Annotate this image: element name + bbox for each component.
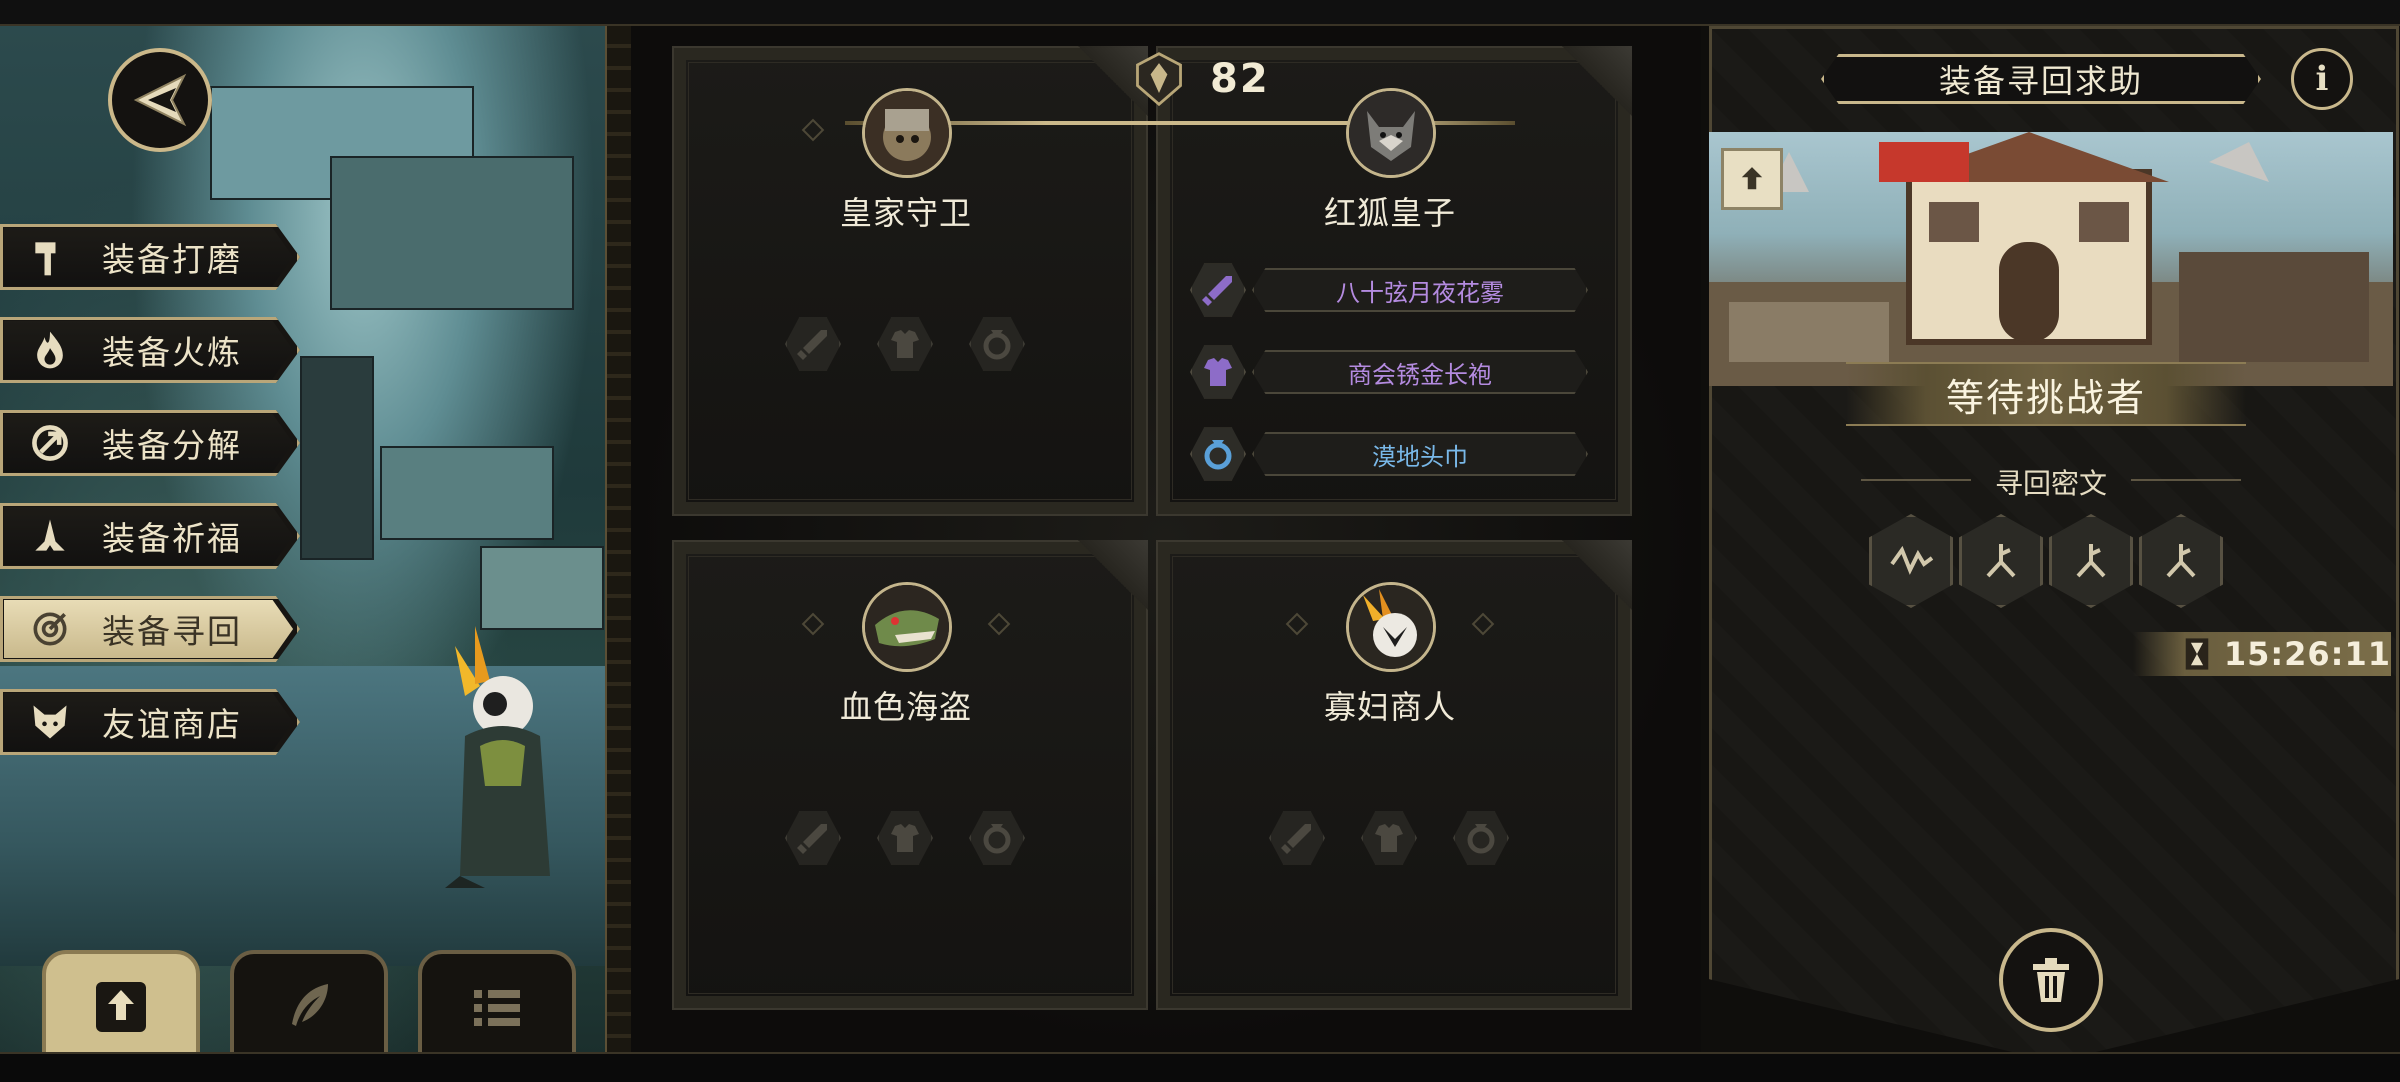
sword-icon	[797, 330, 827, 360]
character-name: 红狐皇子	[1323, 194, 1456, 232]
menu-label: 装备火炼	[102, 333, 242, 372]
discard-button[interactable]	[1999, 928, 2103, 1032]
cipher-slots	[1869, 514, 2229, 608]
ring-icon	[983, 330, 1011, 360]
timer-value: 15:26:11	[2223, 635, 2391, 673]
equipment-name: 商会锈金长袍	[1348, 360, 1492, 389]
disassemble-icon	[26, 419, 74, 467]
ring-icon	[1204, 440, 1232, 470]
sword-icon	[1281, 824, 1311, 854]
bottom-frame	[0, 1052, 2400, 1082]
character-name: 皇家守卫	[839, 194, 972, 232]
cipher-title: 寻回密文	[1861, 462, 2241, 502]
menu-item-polish[interactable]: 装备打磨	[0, 224, 300, 290]
flame-icon	[26, 326, 74, 374]
menu-label: 装备寻回	[102, 612, 242, 651]
info-button[interactable]: i	[2291, 48, 2353, 110]
crest-icon	[1128, 48, 1190, 110]
list-icon	[474, 989, 520, 1026]
retrieve-help-panel: 装备寻回求助 i 等待挑战者 寻回密文 15:26:11	[1701, 26, 2400, 1062]
cipher-slot[interactable]	[1959, 514, 2043, 608]
armor-icon	[1204, 358, 1232, 386]
quill-button[interactable]	[230, 950, 388, 1063]
branch-rune-icon	[2166, 544, 2196, 578]
shop-scene-image	[1709, 132, 2393, 386]
scene-board	[380, 446, 554, 540]
armor-slot[interactable]	[877, 316, 933, 372]
hammer-icon	[26, 233, 74, 281]
side-menu: 装备打磨 装备火炼 装备分解 装备祈福 装备寻回 友谊商店	[0, 224, 300, 782]
scene-board	[480, 546, 604, 630]
menu-label: 装备打磨	[102, 240, 242, 279]
pray-icon	[26, 512, 74, 560]
panel-title-banner: 装备寻回求助	[1821, 54, 2261, 104]
menu-item-bless[interactable]: 装备祈福	[0, 503, 300, 569]
accessory-slot[interactable]	[969, 316, 1025, 372]
branch-rune-icon	[2076, 544, 2106, 578]
royal-guard-avatar	[862, 88, 952, 178]
armor-icon	[1375, 824, 1403, 852]
equipment-name: 漠地头巾	[1372, 442, 1468, 471]
armor-icon	[891, 824, 919, 852]
info-icon: i	[2315, 59, 2329, 99]
menu-label: 装备分解	[102, 426, 242, 465]
branch-rune-icon	[1986, 544, 2016, 578]
status-banner: 等待挑战者	[1846, 362, 2246, 426]
weapon-slot[interactable]	[1269, 810, 1325, 866]
scene-board	[330, 156, 574, 310]
scene-board	[300, 356, 374, 560]
armor-slot[interactable]	[877, 810, 933, 866]
widow-merchant-character	[445, 626, 550, 888]
widow-merchant-avatar	[1346, 582, 1436, 672]
red-fox-prince-avatar	[1346, 88, 1436, 178]
list-button[interactable]	[418, 950, 576, 1063]
sword-icon	[797, 824, 827, 854]
cipher-slot[interactable]	[1869, 514, 1953, 608]
countdown-timer: 15:26:11	[2133, 632, 2391, 676]
armor-icon	[891, 330, 919, 358]
ring-icon	[1467, 824, 1495, 854]
menu-item-retrieve[interactable]: 装备寻回	[0, 596, 300, 662]
target-icon	[26, 605, 74, 653]
panel-title: 装备寻回求助	[1938, 62, 2143, 100]
weapon-slot[interactable]	[785, 316, 841, 372]
menu-label: 友谊商店	[102, 705, 242, 744]
back-arrow-icon	[133, 73, 187, 127]
cipher-slot[interactable]	[2139, 514, 2223, 608]
zigzag-rune-icon	[1890, 545, 1934, 575]
trash-icon	[2033, 958, 2069, 1002]
top-frame	[0, 0, 2400, 26]
equipment-row[interactable]: 八十弦月夜花雾	[1190, 262, 1588, 318]
weapon-slot[interactable]	[785, 810, 841, 866]
fox-icon	[26, 698, 74, 746]
upload-icon	[96, 981, 146, 1032]
equipment-row[interactable]: 漠地头巾	[1190, 426, 1588, 482]
accessory-slot[interactable]	[969, 810, 1025, 866]
equipment-name: 八十弦月夜花雾	[1336, 278, 1504, 307]
menu-item-friend-shop[interactable]: 友谊商店	[0, 689, 300, 755]
status-text: 等待挑战者	[1945, 375, 2146, 420]
feather-icon	[292, 983, 328, 1026]
ring-icon	[983, 824, 1011, 854]
armor-slot[interactable]	[1361, 810, 1417, 866]
menu-label: 装备祈福	[102, 519, 242, 558]
menu-item-disassemble[interactable]: 装备分解	[0, 410, 300, 476]
share-button[interactable]	[42, 950, 200, 1063]
equipment-row[interactable]: 商会锈金长袍	[1190, 344, 1588, 400]
accessory-slot[interactable]	[1453, 810, 1509, 866]
character-name: 血色海盗	[839, 688, 972, 726]
menu-item-forge[interactable]: 装备火炼	[0, 317, 300, 383]
crimson-pirate-avatar	[862, 582, 952, 672]
cipher-slot[interactable]	[2049, 514, 2133, 608]
upload-icon	[1741, 167, 1763, 190]
sword-icon	[1202, 276, 1232, 306]
level-badge: 82	[1128, 48, 1292, 110]
level-value: 82	[1210, 56, 1270, 102]
hourglass-icon	[2183, 636, 2212, 672]
back-button[interactable]	[108, 48, 212, 152]
share-scene-button[interactable]	[1721, 148, 1783, 210]
character-name: 寡妇商人	[1323, 688, 1456, 726]
